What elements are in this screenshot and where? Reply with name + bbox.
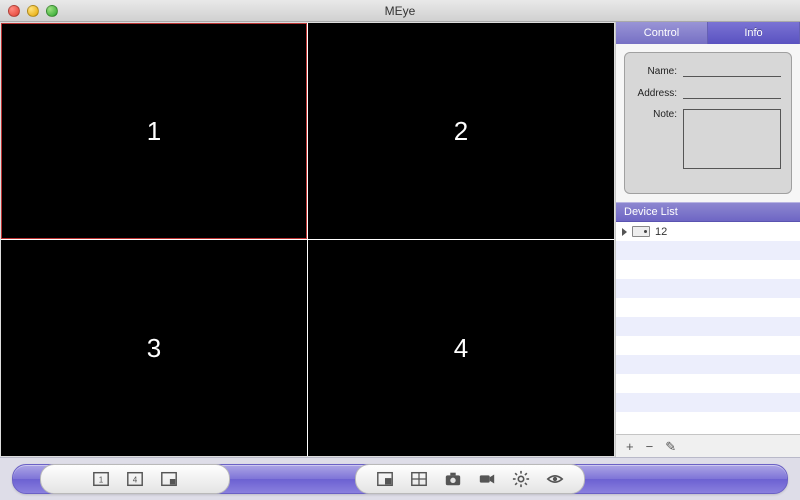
layout-4-icon[interactable]: 4: [125, 469, 145, 489]
svg-text:1: 1: [99, 476, 104, 485]
snapshot-icon[interactable]: [443, 469, 463, 489]
list-item: [616, 355, 800, 374]
info-panel: Name: Address: Note:: [624, 52, 792, 194]
cell-label: 4: [454, 333, 468, 364]
list-item: [616, 279, 800, 298]
device-label: 12: [655, 226, 667, 238]
main-content: 1 2 3 4 Control Info Name: Address: Note…: [0, 22, 800, 457]
window-title: MEye: [0, 4, 800, 18]
settings-icon[interactable]: [511, 469, 531, 489]
device-list-actions: + − ✎: [616, 435, 800, 457]
toolbar-slot-layout: 1 4: [40, 464, 230, 494]
window-controls: [0, 5, 58, 17]
device-item[interactable]: 12: [616, 222, 800, 241]
minimize-icon[interactable]: [27, 5, 39, 17]
note-field[interactable]: [683, 109, 781, 169]
eye-icon[interactable]: [545, 469, 565, 489]
tab-info[interactable]: Info: [708, 22, 800, 44]
layout-1-icon[interactable]: 1: [91, 469, 111, 489]
list-item: [616, 393, 800, 412]
titlebar: MEye: [0, 0, 800, 22]
list-item: [616, 374, 800, 393]
sidebar: Control Info Name: Address: Note: Device…: [615, 22, 800, 457]
disclosure-triangle-icon[interactable]: [622, 228, 627, 236]
list-item: [616, 298, 800, 317]
grid-icon[interactable]: [409, 469, 429, 489]
device-list[interactable]: 12: [616, 222, 800, 435]
video-grid: 1 2 3 4: [0, 22, 615, 457]
record-icon[interactable]: [477, 469, 497, 489]
name-field[interactable]: [683, 65, 781, 77]
edit-device-button[interactable]: ✎: [665, 440, 676, 453]
zoom-icon[interactable]: [46, 5, 58, 17]
video-cell-1[interactable]: 1: [1, 23, 307, 239]
address-label: Address:: [635, 88, 677, 99]
device-list-header: Device List: [616, 202, 800, 222]
sidebar-tabs: Control Info: [616, 22, 800, 44]
bottom-toolbar: 1 4: [0, 457, 800, 500]
cell-label: 2: [454, 116, 468, 147]
cell-label: 3: [147, 333, 161, 364]
close-icon[interactable]: [8, 5, 20, 17]
list-item: [616, 241, 800, 260]
video-cell-2[interactable]: 2: [308, 23, 614, 239]
name-label: Name:: [635, 66, 677, 77]
tab-control[interactable]: Control: [616, 22, 708, 44]
video-cell-4[interactable]: 4: [308, 240, 614, 456]
list-item: [616, 336, 800, 355]
remove-device-button[interactable]: −: [646, 440, 654, 453]
address-field[interactable]: [683, 87, 781, 99]
dvr-icon: [632, 226, 650, 237]
toolbar-slot-actions: [355, 464, 585, 494]
video-cell-3[interactable]: 3: [1, 240, 307, 456]
list-item: [616, 317, 800, 336]
svg-text:4: 4: [133, 476, 138, 485]
add-device-button[interactable]: +: [626, 440, 634, 453]
pip-icon[interactable]: [375, 469, 395, 489]
cell-label: 1: [147, 116, 161, 147]
fullscreen-icon[interactable]: [159, 469, 179, 489]
note-label: Note:: [635, 109, 677, 120]
list-item: [616, 260, 800, 279]
